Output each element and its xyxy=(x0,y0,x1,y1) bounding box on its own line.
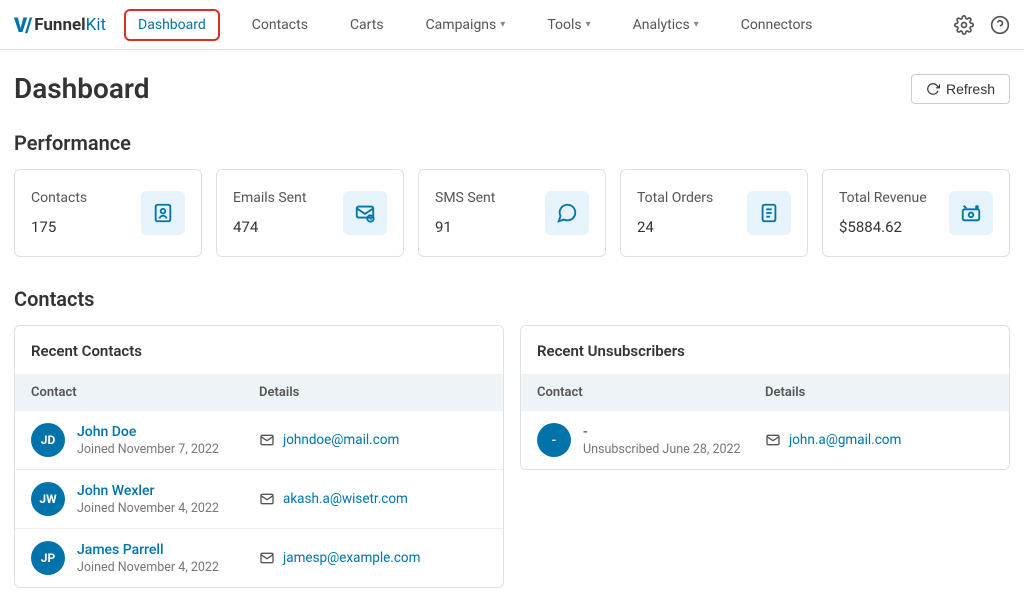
envelope-send-icon xyxy=(343,191,387,235)
refresh-icon xyxy=(926,82,940,96)
col-contact: Contact xyxy=(31,385,259,400)
card-total-revenue[interactable]: Total Revenue $5884.62 xyxy=(822,169,1010,257)
contact-email[interactable]: johndoe@mail.com xyxy=(283,432,399,448)
chat-bubble-icon xyxy=(545,191,589,235)
card-value: 91 xyxy=(435,218,495,236)
panel-recent-unsubscribers: Recent Unsubscribers Contact Details - -… xyxy=(520,325,1010,470)
brand-kit: Kit xyxy=(86,15,106,35)
nav-contacts[interactable]: Contacts xyxy=(242,11,318,39)
col-contact: Contact xyxy=(537,385,765,400)
page-header: Dashboard Refresh xyxy=(14,72,1010,105)
contact-joined: Joined November 4, 2022 xyxy=(77,501,219,516)
revenue-icon xyxy=(949,191,993,235)
contacts-section-title: Contacts xyxy=(14,287,1010,311)
avatar: JD xyxy=(31,423,65,457)
card-label: SMS Sent xyxy=(435,190,495,206)
help-icon[interactable] xyxy=(990,15,1010,35)
table-header: Contact Details xyxy=(15,374,503,411)
nav-campaigns[interactable]: Campaigns▾ xyxy=(416,11,516,39)
card-value: 24 xyxy=(637,218,713,236)
nav-connectors[interactable]: Connectors xyxy=(731,11,823,39)
contact-card-icon xyxy=(141,191,185,235)
envelope-icon xyxy=(259,432,275,448)
settings-gear-icon[interactable] xyxy=(954,15,974,35)
contact-joined: Joined November 7, 2022 xyxy=(77,442,219,457)
table-row: JD John Doe Joined November 7, 2022 john… xyxy=(15,411,503,470)
table-header: Contact Details xyxy=(521,374,1009,411)
contact-joined: Joined November 4, 2022 xyxy=(77,560,219,575)
nav-tools[interactable]: Tools▾ xyxy=(537,11,600,39)
avatar: JP xyxy=(31,541,65,575)
performance-cards: Contacts 175 Emails Sent 474 SMS Sent 91 xyxy=(14,169,1010,257)
receipt-icon xyxy=(747,191,791,235)
contact-name[interactable]: James Parrell xyxy=(77,542,219,558)
brand-funnel: Funnel xyxy=(34,15,85,35)
card-label: Emails Sent xyxy=(233,190,306,206)
performance-title: Performance xyxy=(14,131,1010,155)
col-details: Details xyxy=(259,385,487,400)
card-sms-sent[interactable]: SMS Sent 91 xyxy=(418,169,606,257)
page-title: Dashboard xyxy=(14,72,150,105)
table-row: - - Unsubscribed June 28, 2022 john.a@gm… xyxy=(521,411,1009,469)
contacts-panels: Recent Contacts Contact Details JD John … xyxy=(14,325,1010,588)
contact-name[interactable]: John Doe xyxy=(77,424,219,440)
envelope-icon xyxy=(259,550,275,566)
card-contacts[interactable]: Contacts 175 xyxy=(14,169,202,257)
card-label: Total Revenue xyxy=(839,190,927,206)
envelope-icon xyxy=(765,432,781,448)
card-value: 175 xyxy=(31,218,87,236)
card-value: 474 xyxy=(233,218,306,236)
avatar: JW xyxy=(31,482,65,516)
refresh-button[interactable]: Refresh xyxy=(911,74,1010,104)
card-label: Total Orders xyxy=(637,190,713,206)
table-row: JW John Wexler Joined November 4, 2022 a… xyxy=(15,470,503,529)
envelope-icon xyxy=(259,491,275,507)
col-details: Details xyxy=(765,385,993,400)
card-total-orders[interactable]: Total Orders 24 xyxy=(620,169,808,257)
nav-items: Dashboard Contacts Carts Campaigns▾ Tool… xyxy=(124,9,954,41)
chevron-down-icon: ▾ xyxy=(694,19,699,30)
card-value: $5884.62 xyxy=(839,218,927,236)
brand-mark-icon: V/ xyxy=(14,13,30,37)
contact-email[interactable]: akash.a@wisetr.com xyxy=(283,491,408,507)
card-emails-sent[interactable]: Emails Sent 474 xyxy=(216,169,404,257)
page-body: Dashboard Refresh Performance Contacts 1… xyxy=(0,50,1024,588)
contact-name[interactable]: John Wexler xyxy=(77,483,219,499)
top-nav: V/ FunnelKit Dashboard Contacts Carts Ca… xyxy=(0,0,1024,50)
contact-email[interactable]: john.a@gmail.com xyxy=(789,432,901,448)
contact-email[interactable]: jamesp@example.com xyxy=(283,550,420,566)
chevron-down-icon: ▾ xyxy=(500,19,505,30)
chevron-down-icon: ▾ xyxy=(586,19,591,30)
nav-dashboard[interactable]: Dashboard xyxy=(124,9,220,41)
avatar: - xyxy=(537,423,571,457)
card-label: Contacts xyxy=(31,190,87,206)
nav-analytics[interactable]: Analytics▾ xyxy=(623,11,709,39)
panel-title: Recent Contacts xyxy=(15,326,503,374)
contact-name: - xyxy=(583,424,741,440)
table-row: JP James Parrell Joined November 4, 2022… xyxy=(15,529,503,587)
panel-recent-contacts: Recent Contacts Contact Details JD John … xyxy=(14,325,504,588)
brand-logo[interactable]: V/ FunnelKit xyxy=(14,13,106,37)
contact-unsubscribed: Unsubscribed June 28, 2022 xyxy=(583,442,741,457)
nav-right xyxy=(954,15,1010,35)
nav-carts[interactable]: Carts xyxy=(340,11,394,39)
panel-title: Recent Unsubscribers xyxy=(521,326,1009,374)
